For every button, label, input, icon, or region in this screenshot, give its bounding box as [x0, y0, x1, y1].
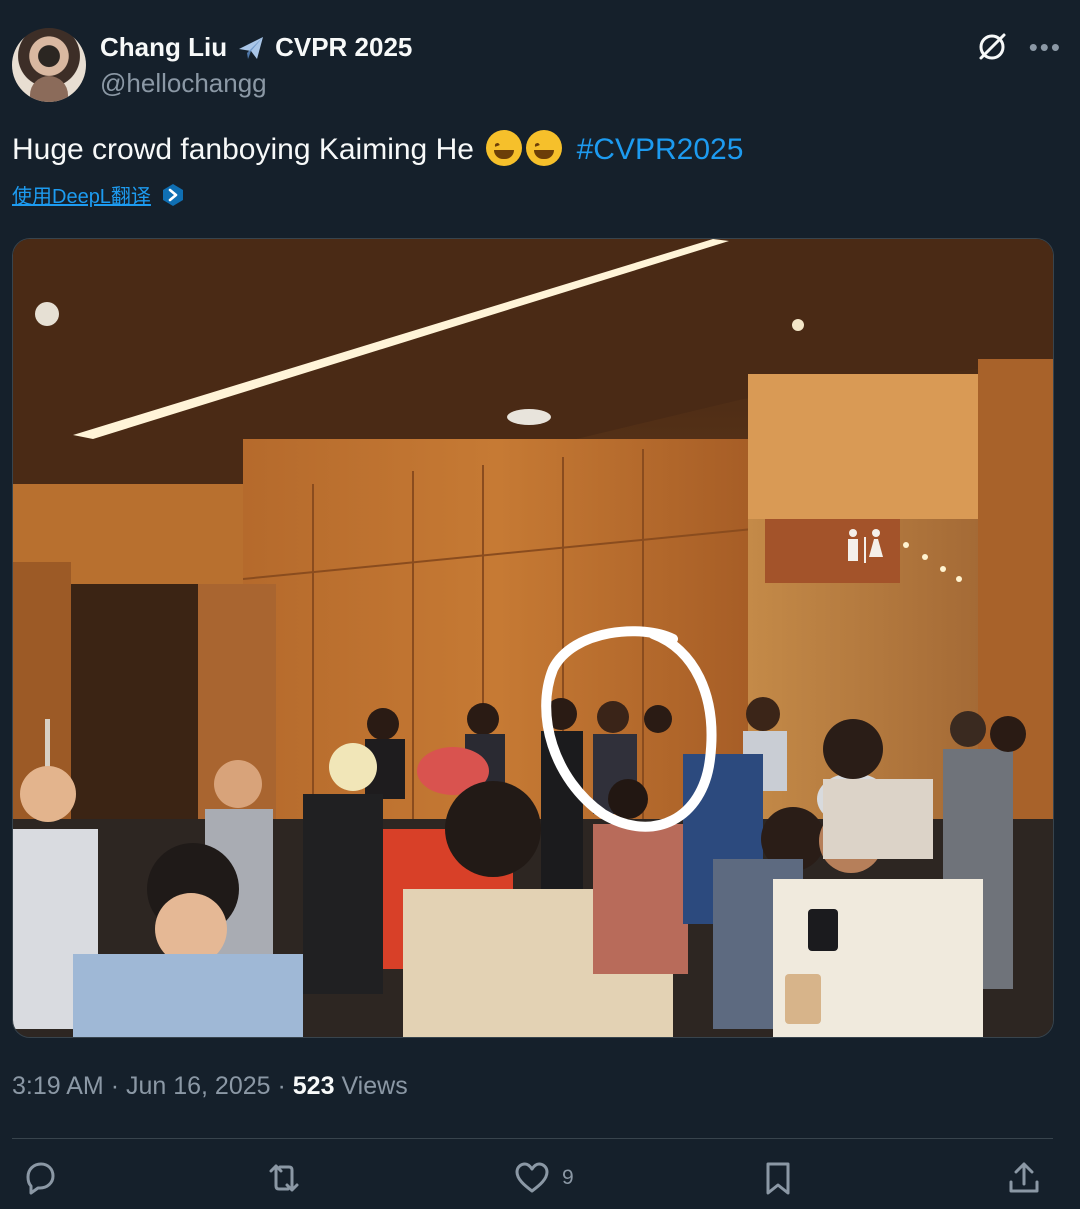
- reply-icon: [26, 1162, 55, 1195]
- translate-row: 使用DeepL翻译: [12, 180, 185, 209]
- tweet-photo[interactable]: [12, 238, 1054, 1038]
- heart-icon: [515, 1162, 549, 1193]
- tweet-date[interactable]: Jun 16, 2025: [126, 1072, 271, 1100]
- grok-icon[interactable]: [975, 30, 1009, 64]
- retweet-icon: [269, 1164, 299, 1192]
- tweet-timestamp: 3:19 AM · Jun 16, 2025 · 523 Views: [12, 1072, 408, 1101]
- actions-divider: [12, 1138, 1053, 1139]
- bookmark-icon: [766, 1162, 790, 1195]
- timestamp-separator: ·: [110, 1072, 120, 1100]
- like-count: 9: [562, 1166, 574, 1189]
- airplane-icon: [239, 37, 264, 59]
- author-display-name[interactable]: Chang Liu: [100, 32, 227, 63]
- retweet-button[interactable]: [264, 1158, 314, 1198]
- tweet-header: Chang Liu CVPR 2025 @hellochangg •••: [12, 28, 1068, 103]
- header-actions: •••: [975, 30, 1062, 64]
- author-handle[interactable]: @hellochangg: [100, 68, 267, 99]
- tweet-time[interactable]: 3:19 AM: [12, 1072, 104, 1100]
- like-button[interactable]: 9: [512, 1158, 574, 1198]
- hashtag-link[interactable]: #CVPR2025: [577, 133, 744, 166]
- tweet-body: Huge crowd fanboying Kaiming He: [12, 133, 474, 166]
- timestamp-separator: ·: [277, 1072, 286, 1100]
- reply-button[interactable]: [20, 1158, 70, 1198]
- bookmark-button[interactable]: [758, 1158, 808, 1198]
- translate-link[interactable]: 使用DeepL翻译: [12, 180, 151, 209]
- conference-hallway-photo: [13, 239, 1053, 1037]
- rolling-laughing-emoji-icon: [526, 130, 563, 166]
- share-button[interactable]: [1004, 1158, 1044, 1198]
- tweet-text: Huge crowd fanboying Kaiming He #CVPR202…: [12, 130, 743, 170]
- author-name-row[interactable]: Chang Liu CVPR 2025: [100, 30, 412, 64]
- views-label: Views: [341, 1072, 408, 1100]
- more-icon[interactable]: •••: [1029, 34, 1062, 60]
- share-icon: [1009, 1162, 1039, 1193]
- author-badge-text: CVPR 2025: [275, 31, 413, 62]
- rolling-laughing-emoji-icon: [486, 130, 523, 166]
- deepl-icon[interactable]: [161, 183, 185, 207]
- views-count: 523: [292, 1072, 335, 1100]
- tweet-actions-bar: 9: [12, 1158, 1060, 1206]
- author-avatar[interactable]: [12, 28, 86, 102]
